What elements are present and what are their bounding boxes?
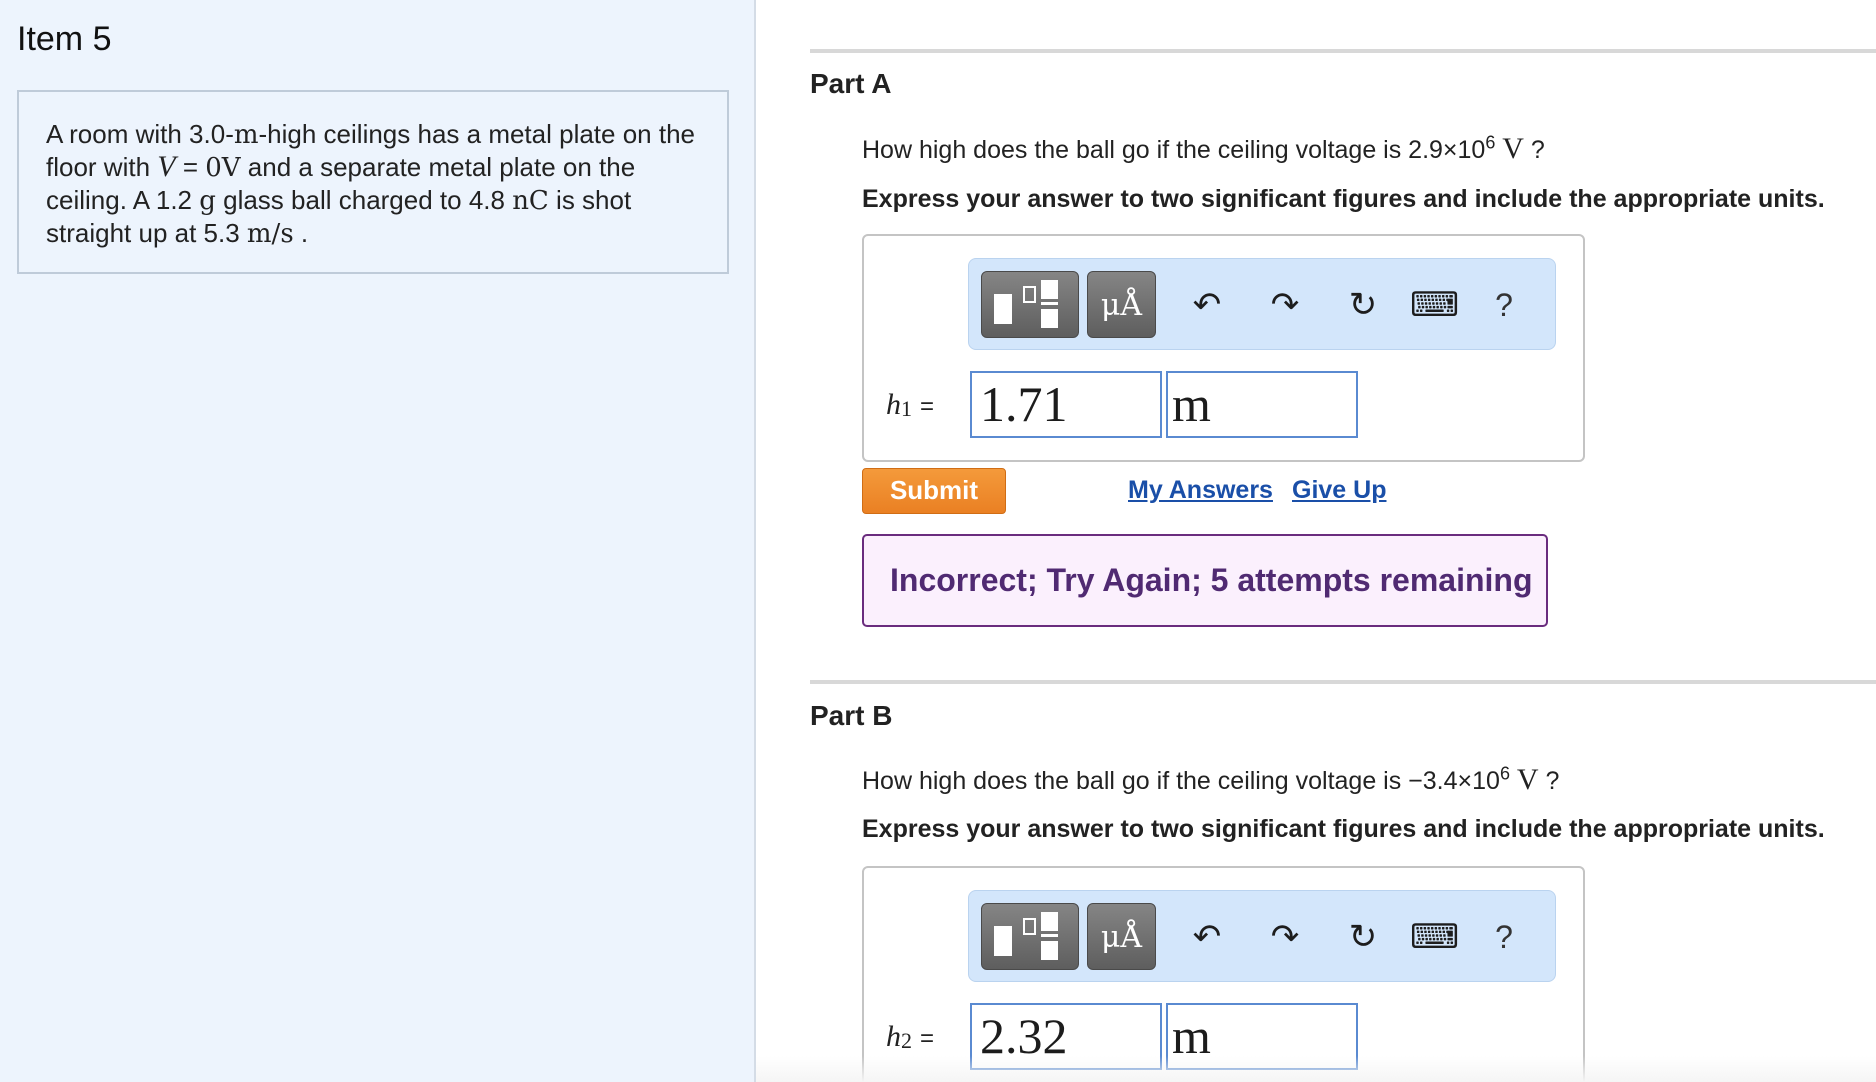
item-title: Item 5: [17, 20, 112, 58]
part-b-answer-box: μÅ ↶ ↷ ↻ ⌨ ? h2 = 2.32 m: [862, 866, 1585, 1082]
problem-statement: A room with 3.0-m-high ceilings has a me…: [17, 90, 729, 274]
question-text: ?: [1538, 767, 1560, 795]
give-up-link[interactable]: Give Up: [1292, 476, 1386, 505]
answer-value-input[interactable]: 1.71: [970, 371, 1162, 438]
reset-icon[interactable]: ↻: [1339, 913, 1387, 961]
keyboard-icon[interactable]: ⌨: [1410, 281, 1459, 329]
fraction-template-icon[interactable]: [981, 271, 1079, 338]
problem-unit: g: [199, 186, 216, 216]
part-a-question: How high does the ball go if the ceiling…: [862, 132, 1545, 166]
part-a-answer-box: μÅ ↶ ↷ ↻ ⌨ ? h1 = 1.71 m: [862, 234, 1585, 462]
problem-text: =: [175, 152, 206, 182]
question-text: How high does the ball go if the ceiling…: [862, 767, 1500, 795]
help-icon[interactable]: ?: [1480, 913, 1528, 961]
feedback-message: Incorrect; Try Again; 5 attempts remaini…: [862, 534, 1548, 627]
math-toolbar: μÅ ↶ ↷ ↻ ⌨ ?: [968, 890, 1556, 982]
help-icon[interactable]: ?: [1480, 281, 1528, 329]
problem-text: glass ball charged to 4.8: [215, 185, 513, 215]
part-a-title: Part A: [810, 68, 892, 99]
variable-subscript: 2: [901, 1028, 912, 1053]
question-unit: V: [1495, 132, 1524, 165]
reset-icon[interactable]: ↻: [1339, 281, 1387, 329]
variable-symbol: h: [886, 388, 901, 421]
question-text: How high does the ball go if the ceiling…: [862, 136, 1486, 164]
answer-variable-label: h1 =: [886, 388, 934, 422]
problem-pane: Item 5 A room with 3.0-m-high ceilings h…: [0, 0, 756, 1082]
answer-unit-input[interactable]: m: [1166, 371, 1358, 438]
problem-variable: V: [157, 150, 176, 183]
question-unit: V: [1509, 763, 1539, 796]
equals-sign: =: [920, 393, 935, 420]
units-button-label: μÅ: [1100, 288, 1143, 323]
part-b-question: How high does the ball go if the ceiling…: [862, 763, 1559, 797]
part-b-instruction: Express your answer to two significant f…: [862, 815, 1825, 843]
math-toolbar: μÅ ↶ ↷ ↻ ⌨ ?: [968, 258, 1556, 350]
problem-unit: m: [233, 120, 259, 150]
part-a-instruction: Express your answer to two significant f…: [862, 185, 1825, 213]
problem-value: 0V: [205, 153, 241, 183]
question-exponent: 6: [1485, 132, 1496, 153]
part-a-divider: [810, 49, 1876, 53]
variable-symbol: h: [886, 1020, 901, 1053]
units-button-label: μÅ: [1100, 920, 1143, 955]
units-icon[interactable]: μÅ: [1087, 903, 1156, 970]
undo-icon[interactable]: ↶: [1183, 281, 1231, 329]
question-exponent: 6: [1499, 763, 1510, 784]
variable-subscript: 1: [901, 396, 912, 421]
problem-text: A room with 3.0-: [46, 119, 234, 149]
question-text: ?: [1523, 136, 1545, 164]
my-answers-link[interactable]: My Answers: [1128, 476, 1273, 505]
units-icon[interactable]: μÅ: [1087, 271, 1156, 338]
problem-text: .: [293, 218, 309, 248]
part-b-divider: [810, 680, 1876, 684]
answer-pane: Part A How high does the ball go if the …: [756, 0, 1876, 1082]
submit-button[interactable]: Submit: [862, 468, 1006, 514]
equals-sign: =: [920, 1025, 935, 1052]
keyboard-icon[interactable]: ⌨: [1410, 913, 1459, 961]
scroll-fade: [756, 1056, 1876, 1082]
redo-icon[interactable]: ↷: [1261, 281, 1309, 329]
undo-icon[interactable]: ↶: [1183, 913, 1231, 961]
problem-unit: m/s: [246, 219, 294, 249]
problem-unit: nC: [512, 186, 549, 216]
fraction-template-icon[interactable]: [981, 903, 1079, 970]
redo-icon[interactable]: ↷: [1261, 913, 1309, 961]
answer-variable-label: h2 =: [886, 1020, 934, 1054]
part-b-title: Part B: [810, 700, 893, 731]
